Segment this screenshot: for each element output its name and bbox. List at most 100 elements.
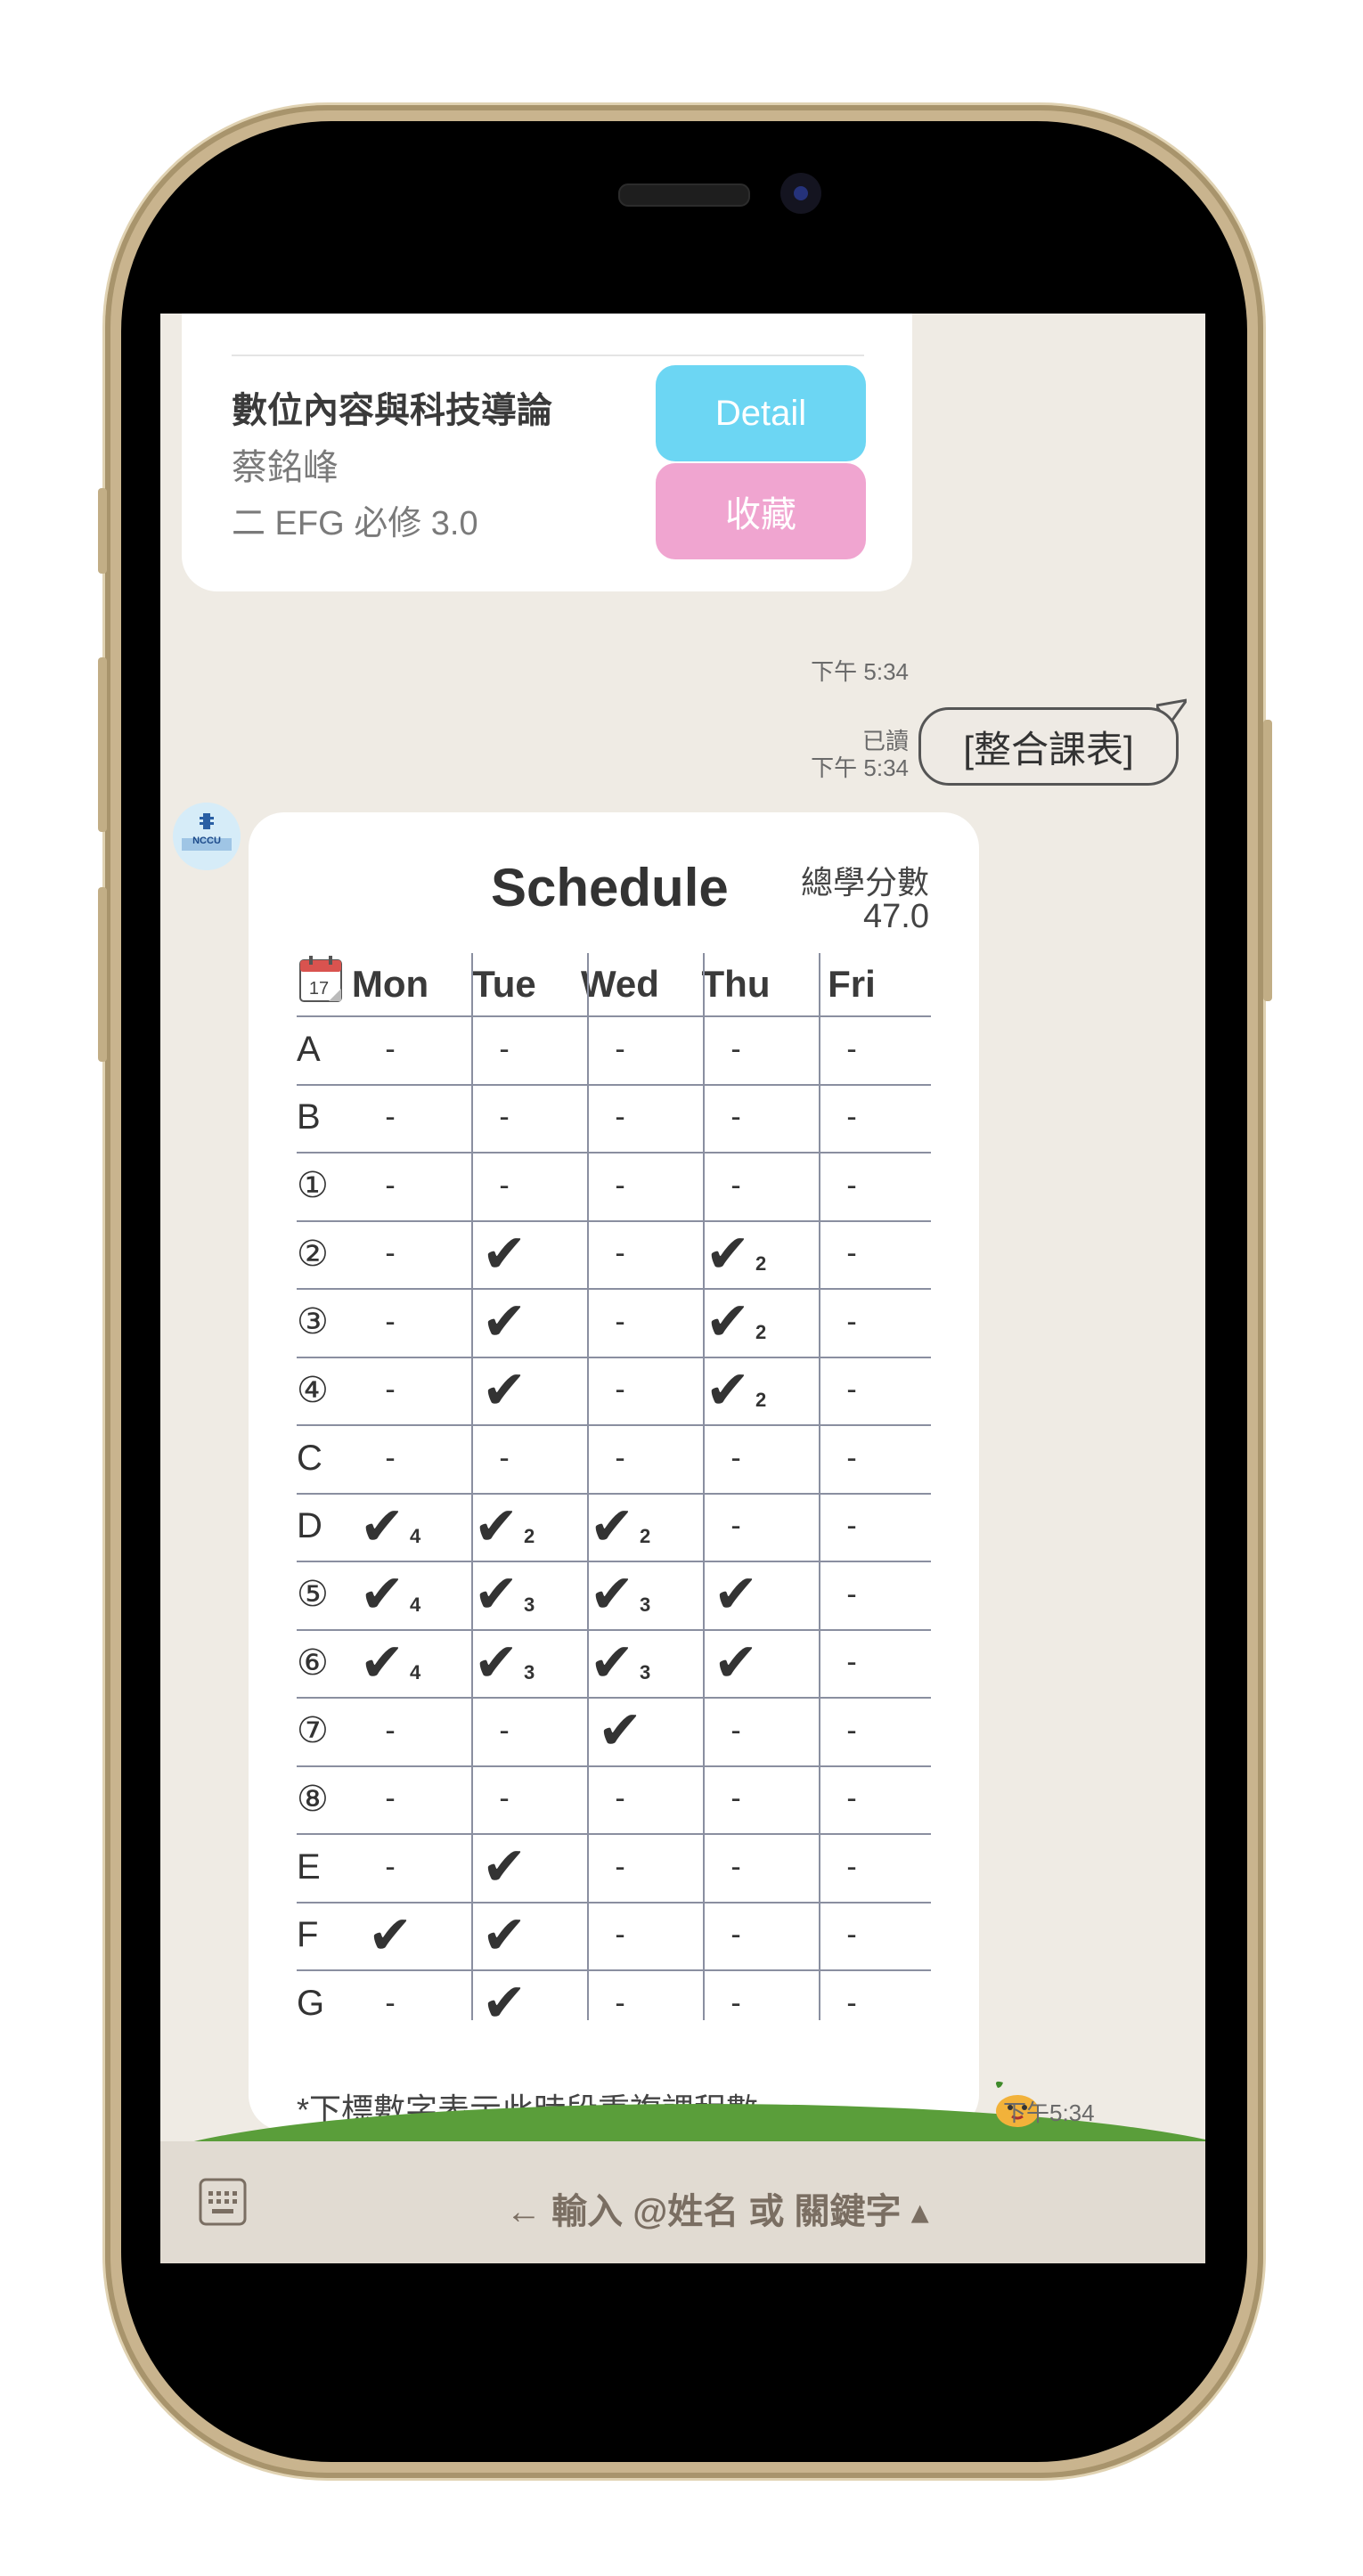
schedule-cell: - bbox=[678, 1084, 794, 1153]
schedule-row: F ✔ ✔ - - - bbox=[297, 1902, 931, 1970]
message-time: 下午 5:34 bbox=[811, 754, 909, 781]
period-label: ⑧ bbox=[297, 1779, 329, 1819]
empty-mark: - bbox=[846, 1577, 857, 1611]
empty-mark: - bbox=[385, 1781, 396, 1816]
check-icon: ✔ bbox=[589, 1495, 635, 1558]
check-icon: ✔ bbox=[359, 1495, 405, 1558]
schedule-cell: - bbox=[678, 1833, 794, 1902]
check-icon: ✔ bbox=[359, 1631, 405, 1694]
user-message-bubble[interactable]: [整合課表] bbox=[918, 707, 1179, 786]
period-label: A bbox=[297, 1029, 321, 1069]
schedule-row: ⑥ ✔ 4 ✔ 3 ✔ 3 ✔ - bbox=[297, 1629, 931, 1698]
check-icon: ✔ bbox=[473, 1631, 519, 1694]
schedule-cell: - bbox=[794, 1084, 910, 1153]
schedule-cell: ✔ bbox=[446, 1288, 562, 1357]
credits-value: 47.0 bbox=[863, 898, 929, 935]
schedule-cell: - bbox=[794, 1220, 910, 1289]
empty-mark: - bbox=[499, 1100, 510, 1135]
overlap-count: 2 bbox=[640, 1525, 651, 1547]
schedule-row: ⑧ - - - - - bbox=[297, 1765, 931, 1834]
schedule-cell: - bbox=[334, 1084, 446, 1153]
schedule-cell: ✔ bbox=[446, 1220, 562, 1289]
schedule-cell: - bbox=[794, 1357, 910, 1425]
schedule-cell: - bbox=[334, 1015, 446, 1084]
schedule-cell: ✔ 3 bbox=[446, 1629, 562, 1698]
input-bar: ← 輸入 @姓名 或 關鍵字 ▴ bbox=[160, 2141, 1205, 2263]
schedule-cell: ✔ 2 bbox=[678, 1220, 794, 1289]
overlap-count: 2 bbox=[524, 1525, 535, 1547]
schedule-cell: - bbox=[334, 1152, 446, 1220]
empty-mark: - bbox=[846, 1713, 857, 1748]
course-teacher: 蔡銘峰 bbox=[232, 448, 339, 487]
empty-mark: - bbox=[615, 1440, 625, 1475]
schedule-cell: - bbox=[678, 1015, 794, 1084]
empty-mark: - bbox=[615, 1236, 625, 1271]
schedule-cell: - bbox=[562, 1424, 678, 1493]
empty-mark: - bbox=[615, 1304, 625, 1339]
day-header-thu: Thu bbox=[701, 963, 771, 1005]
schedule-cell: - bbox=[446, 1765, 562, 1834]
detail-button[interactable]: Detail bbox=[656, 365, 866, 461]
calendar-day: 17 bbox=[309, 979, 329, 999]
empty-mark: - bbox=[385, 1985, 396, 2020]
overlap-count: 3 bbox=[524, 1661, 535, 1683]
empty-mark: - bbox=[385, 1304, 396, 1339]
empty-mark: - bbox=[615, 1781, 625, 1816]
schedule-cell: - bbox=[794, 1629, 910, 1698]
schedule-cell: ✔ 3 bbox=[562, 1561, 678, 1629]
schedule-cell: ✔ 4 bbox=[334, 1561, 446, 1629]
schedule-cell: - bbox=[678, 1152, 794, 1220]
empty-mark: - bbox=[846, 1304, 857, 1339]
schedule-cell: - bbox=[446, 1697, 562, 1765]
schedule-row: ⑦ - - ✔ - - bbox=[297, 1697, 931, 1765]
empty-mark: - bbox=[846, 1781, 857, 1816]
empty-mark: - bbox=[385, 1031, 396, 1066]
favorite-button[interactable]: 收藏 bbox=[656, 463, 866, 559]
course-card: 數位內容與科技導論 蔡銘峰 二 EFG 必修 3.0 Detail 收藏 bbox=[182, 314, 912, 591]
schedule-cell: - bbox=[678, 1493, 794, 1561]
chat-screen[interactable]: 數位內容與科技導論 蔡銘峰 二 EFG 必修 3.0 Detail 收藏 下午 … bbox=[160, 314, 1205, 2263]
keyboard-icon[interactable] bbox=[198, 2177, 248, 2227]
schedule-cell: ✔ bbox=[446, 1969, 562, 2038]
avatar-logo[interactable]: NCCU bbox=[173, 803, 241, 870]
empty-mark: - bbox=[615, 1918, 625, 1952]
schedule-cell: - bbox=[794, 1697, 910, 1765]
schedule-cell: - bbox=[334, 1833, 446, 1902]
period-label: ① bbox=[297, 1166, 329, 1206]
schedule-cell: ✔ bbox=[446, 1902, 562, 1970]
volume-up-button bbox=[98, 657, 107, 832]
check-icon: ✔ bbox=[705, 1222, 751, 1285]
grid-vline bbox=[703, 953, 705, 2020]
check-icon: ✔ bbox=[589, 1631, 635, 1694]
schedule-cell: ✔ 2 bbox=[678, 1288, 794, 1357]
schedule-cell: - bbox=[334, 1357, 446, 1425]
empty-mark: - bbox=[846, 1440, 857, 1475]
overlap-count: 3 bbox=[640, 1661, 651, 1683]
schedule-cell: - bbox=[794, 1969, 910, 2038]
empty-mark: - bbox=[846, 1849, 857, 1884]
check-icon: ✔ bbox=[597, 1700, 643, 1763]
check-icon: ✔ bbox=[481, 1291, 527, 1354]
schedule-cell: - bbox=[334, 1220, 446, 1289]
schedule-cell: - bbox=[678, 1424, 794, 1493]
front-camera bbox=[780, 173, 821, 214]
schedule-cell: ✔ 2 bbox=[678, 1357, 794, 1425]
message-input[interactable]: ← 輸入 @姓名 或 關鍵字 ▴ bbox=[506, 2182, 929, 2234]
check-icon: ✔ bbox=[481, 1358, 527, 1422]
schedule-cell: - bbox=[562, 1969, 678, 2038]
schedule-cell: - bbox=[562, 1015, 678, 1084]
schedule-cell: ✔ bbox=[334, 1902, 446, 1970]
empty-mark: - bbox=[846, 1100, 857, 1135]
empty-mark: - bbox=[730, 1985, 741, 2020]
empty-mark: - bbox=[730, 1849, 741, 1884]
schedule-cell: - bbox=[794, 1015, 910, 1084]
empty-mark: - bbox=[385, 1440, 396, 1475]
schedule-cell: ✔ bbox=[678, 1629, 794, 1698]
schedule-row: ⑤ ✔ 4 ✔ 3 ✔ 3 ✔ - bbox=[297, 1561, 931, 1629]
schedule-cell: - bbox=[334, 1424, 446, 1493]
check-icon: ✔ bbox=[705, 1358, 751, 1422]
check-icon: ✔ bbox=[473, 1563, 519, 1626]
check-icon: ✔ bbox=[713, 1563, 759, 1626]
empty-mark: - bbox=[615, 1373, 625, 1407]
empty-mark: - bbox=[846, 1373, 857, 1407]
